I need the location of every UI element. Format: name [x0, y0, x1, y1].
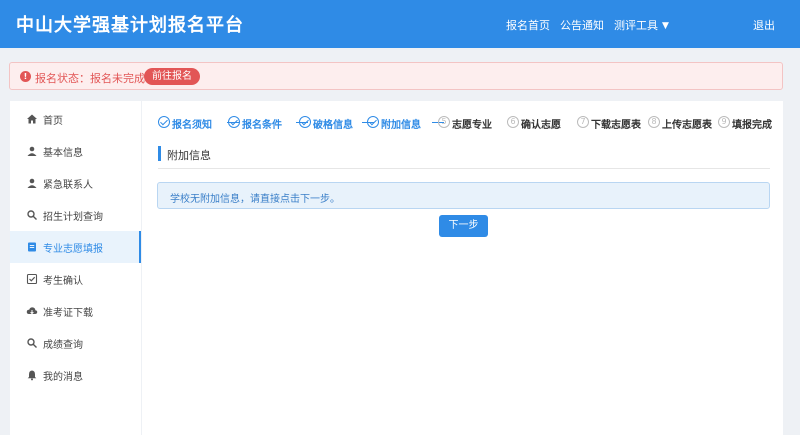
info-box: 学校无附加信息，请直接点击下一步。: [157, 182, 770, 209]
sidebar-item-label: 首页: [43, 116, 63, 127]
search-icon: [27, 210, 37, 220]
document-icon: [28, 242, 36, 252]
step-label: 下载志愿表: [591, 120, 641, 131]
user-icon: [27, 178, 37, 188]
sidebar-item-label: 我的消息: [43, 372, 83, 383]
step-label: 附加信息: [381, 120, 421, 131]
check-circle-icon: [299, 116, 311, 128]
sidebar-item-label: 基本信息: [43, 148, 83, 159]
nav-tools-label: 测评工具: [614, 19, 658, 32]
step-number-badge: 7: [577, 116, 589, 128]
sidebar-item-label: 考生确认: [43, 276, 83, 287]
bell-icon: [27, 370, 37, 381]
step-label: 报名须知: [172, 120, 212, 131]
user-icon: [27, 146, 37, 156]
step-number-badge: 9: [718, 116, 730, 128]
sidebar-item-label: 专业志愿填报: [43, 244, 103, 255]
chevron-down-icon: ▼: [662, 21, 669, 31]
section-accent-bar: [158, 146, 161, 161]
sidebar-item-confirm[interactable]: 考生确认: [10, 263, 141, 295]
step-number-badge: 5: [438, 116, 450, 128]
status-alert: ! 报名状态：报名未完成 前往报名: [9, 62, 783, 90]
nav-tools-menu[interactable]: 测评工具 ▼: [614, 17, 669, 33]
sidebar-item-label: 成绩查询: [43, 340, 83, 351]
step-label: 填报完成: [732, 120, 772, 131]
sidebar-item-score-query[interactable]: 成绩查询: [10, 327, 141, 359]
cloud-download-icon: [26, 307, 38, 315]
sidebar-item-label: 紧急联系人: [43, 180, 93, 191]
home-icon: [27, 114, 37, 124]
sidebar-item-admission-ticket[interactable]: 准考证下载: [10, 295, 141, 327]
warning-icon: !: [20, 71, 31, 82]
checkbox-icon: [26, 273, 38, 285]
step-label: 报名条件: [242, 120, 282, 131]
step-label: 破格信息: [313, 120, 353, 131]
info-text: 学校无附加信息，请直接点击下一步。: [170, 194, 340, 205]
main-panel: 报名须知 报名条件 破格信息 附加信息 5 志愿专业 6 确认志愿 7 下载志愿…: [142, 101, 783, 435]
sidebar-item-plan-query[interactable]: 招生计划查询: [10, 199, 141, 231]
sidebar-item-major-application[interactable]: 专业志愿填报: [10, 231, 141, 263]
nav-notice-link[interactable]: 公告通知: [560, 17, 604, 33]
site-title: 中山大学强基计划报名平台: [16, 15, 244, 36]
status-message: 报名状态：报名未完成: [35, 72, 145, 85]
search-icon: [27, 338, 37, 348]
sidebar-item-emergency-contact[interactable]: 紧急联系人: [10, 167, 141, 199]
step-label: 志愿专业: [452, 120, 492, 131]
sidebar-item-basic-info[interactable]: 基本信息: [10, 135, 141, 167]
sidebar-item-home[interactable]: 首页: [10, 103, 141, 135]
sidebar-item-label: 准考证下载: [43, 308, 93, 319]
go-register-button[interactable]: 前往报名: [144, 68, 200, 85]
sidebar: 首页 基本信息 紧急联系人 招生计划查询 专业志愿填报 考生确认 准考证下载 成…: [10, 101, 141, 435]
step-label: 上传志愿表: [662, 120, 712, 131]
next-step-button[interactable]: 下一步: [439, 215, 488, 237]
section-divider: [158, 168, 770, 169]
section-title: 附加信息: [167, 149, 211, 162]
check-circle-icon: [228, 116, 240, 128]
sidebar-item-messages[interactable]: 我的消息: [10, 359, 141, 391]
step-number-badge: 8: [648, 116, 660, 128]
logout-link[interactable]: 退出: [753, 17, 775, 33]
nav-home-link[interactable]: 报名首页: [506, 17, 550, 33]
check-circle-icon: [158, 116, 170, 128]
check-circle-icon: [367, 116, 379, 128]
sidebar-item-label: 招生计划查询: [43, 212, 103, 223]
top-navbar: 中山大学强基计划报名平台 报名首页 公告通知 测评工具 ▼ 退出: [0, 0, 800, 48]
step-label: 确认志愿: [521, 120, 561, 131]
step-number-badge: 6: [507, 116, 519, 128]
